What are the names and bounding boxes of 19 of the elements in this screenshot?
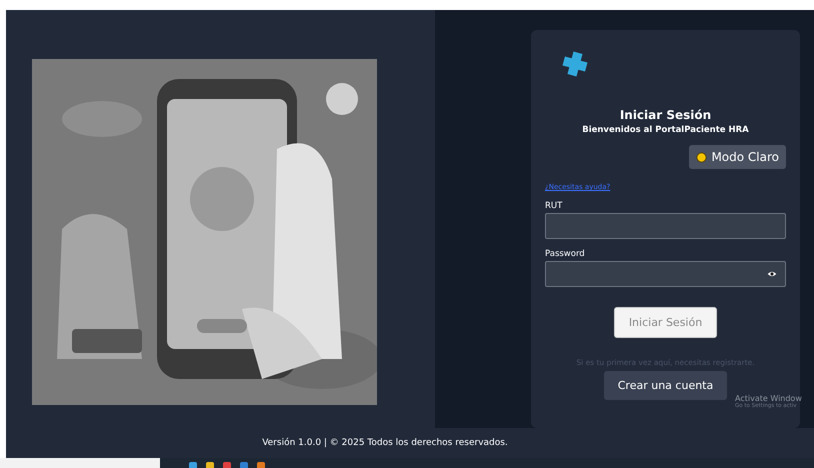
login-subtitle: Bienvenidos al PortalPaciente HRA xyxy=(581,125,750,135)
activation-notice: Activate Window xyxy=(735,394,802,403)
password-field[interactable] xyxy=(545,261,786,287)
taskbar-search-field[interactable] xyxy=(0,458,160,468)
eye-icon[interactable] xyxy=(767,270,777,278)
field-label: RUT xyxy=(545,201,564,211)
cross-logo-icon xyxy=(561,50,589,78)
register-button[interactable]: Crear una cuenta xyxy=(604,371,728,400)
taskbar-app-icon[interactable] xyxy=(223,462,231,468)
taskbar-app-icon[interactable] xyxy=(257,462,265,468)
footer-text: Versión 1.0.0 | © 2025 Todos los derechos reservados. xyxy=(262,438,508,448)
taskbar-app-icon[interactable] xyxy=(189,462,197,468)
theme-toggle-button[interactable]: Modo Claro xyxy=(689,145,786,169)
taskbar-app-icon[interactable] xyxy=(240,462,248,468)
field-label: Password xyxy=(545,249,586,259)
taskbar-app-icon[interactable] xyxy=(206,462,214,468)
text-field[interactable] xyxy=(545,213,786,239)
login-title: Iniciar Sesión xyxy=(618,108,712,122)
sun-icon xyxy=(696,152,708,162)
